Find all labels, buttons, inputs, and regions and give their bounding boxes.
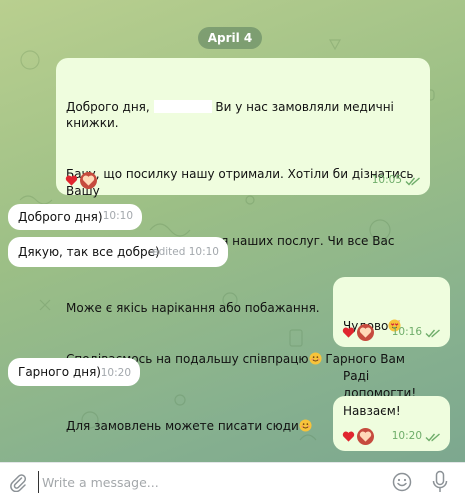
heart-reaction-icon[interactable] — [357, 324, 374, 341]
message-time: 10:05 — [371, 174, 402, 187]
message-reactions[interactable] — [65, 172, 97, 189]
message-meta: 10:05 — [372, 172, 421, 189]
message-meta: 10:20 — [392, 428, 441, 445]
message-reactions[interactable] — [342, 428, 374, 445]
double-check-icon — [405, 177, 420, 186]
message-time: edited 10:10 — [152, 246, 219, 259]
message-composer — [0, 462, 465, 500]
message-meta: 10:16 — [392, 324, 441, 341]
smile-icon[interactable] — [392, 472, 412, 492]
heart-reaction-icon[interactable] — [80, 172, 97, 189]
message-meta: 10:10 — [103, 208, 133, 225]
double-check-icon — [425, 329, 440, 338]
message-text: Доброго дня) — [18, 210, 103, 224]
double-check-icon — [425, 433, 440, 442]
heart-reaction-icon[interactable] — [357, 428, 374, 445]
message-incoming[interactable]: Дякую, так все добре) edited 10:10 — [8, 237, 228, 267]
message-time: 10:10 — [102, 210, 133, 223]
message-input[interactable] — [38, 471, 358, 493]
message-meta: 10:20 — [101, 365, 131, 382]
message-time: 10:20 — [391, 430, 422, 443]
message-text: Навзаєм! — [343, 404, 401, 418]
redacted-name — [153, 99, 212, 113]
message-text: Гарного дня) — [18, 365, 101, 379]
red-heart-icon[interactable] — [65, 174, 78, 187]
red-heart-icon[interactable] — [342, 326, 355, 339]
message-time: 10:20 — [100, 367, 131, 380]
message-incoming[interactable]: Доброго дня) 10:10 — [8, 204, 142, 230]
message-outgoing[interactable]: Чудово Раді допомогти! 10:16 — [333, 277, 450, 400]
microphone-icon[interactable] — [432, 470, 448, 494]
message-outgoing[interactable]: Доброго дня, Ви у нас замовляли медичні … — [56, 58, 430, 433]
chat-history[interactable]: April 4 Доброго дня, Ви у нас замовляли … — [0, 0, 465, 462]
paperclip-icon[interactable] — [9, 472, 27, 492]
message-meta: edited 10:10 — [152, 244, 219, 261]
message-time: 10:16 — [391, 326, 422, 339]
message-incoming[interactable]: Гарного дня) 10:20 — [8, 358, 140, 386]
smile-emoji — [299, 419, 312, 432]
smile-emoji — [308, 352, 322, 365]
date-separator: April 4 — [198, 27, 262, 49]
message-reactions[interactable] — [342, 324, 374, 341]
message-outgoing[interactable]: Навзаєм! 10:20 — [333, 396, 450, 451]
message-text: Дякую, так все добре) — [18, 245, 160, 259]
red-heart-icon[interactable] — [342, 430, 355, 443]
